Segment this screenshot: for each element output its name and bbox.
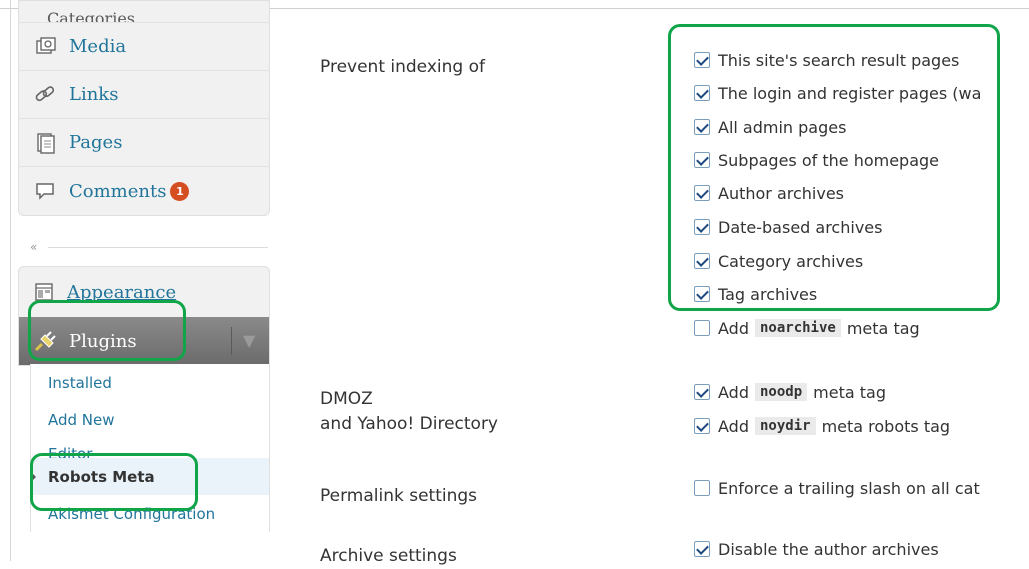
- submenu-item-add-new[interactable]: Add New: [31, 401, 269, 438]
- sidebar-item-comments[interactable]: Comments 1: [19, 167, 269, 215]
- option-prefix: Add: [718, 318, 749, 338]
- meta-tag-code: noodp: [754, 383, 808, 401]
- collapse-menu-icon[interactable]: «: [30, 240, 37, 254]
- option-label: Date-based archives: [718, 217, 883, 237]
- option-category-archives[interactable]: Category archives: [694, 251, 863, 271]
- submenu-item-akismet-configuration[interactable]: Akismet Configuration: [31, 495, 269, 532]
- chevron-down-icon[interactable]: ▼: [243, 331, 255, 350]
- sidebar-divider-line: [10, 0, 11, 561]
- menu-group-content: Categories Media Links Pages Comments 1: [18, 0, 270, 216]
- plugins-submenu: Installed Add New Editor Robots Meta Aki…: [30, 364, 270, 532]
- appearance-icon: [33, 281, 55, 303]
- sidebar-item-label: Plugins: [69, 330, 137, 352]
- comments-icon: [33, 180, 59, 202]
- checkbox[interactable]: [694, 418, 710, 434]
- option-prefix: Add: [718, 416, 749, 436]
- menu-group-appearance: Appearance Plugins ▼: [18, 266, 270, 366]
- option-label: Enforce a trailing slash on all cat: [718, 478, 980, 498]
- plugin-icon: [33, 330, 59, 352]
- option-subpages-homepage[interactable]: Subpages of the homepage: [694, 150, 939, 170]
- option-author-archives[interactable]: Author archives: [694, 183, 844, 203]
- sidebar-item-categories[interactable]: Categories: [19, 1, 269, 23]
- checkbox[interactable]: [694, 253, 710, 269]
- checkbox[interactable]: [694, 219, 710, 235]
- option-disable-author-archives[interactable]: Disable the author archives: [694, 539, 939, 559]
- option-date-based-archives[interactable]: Date-based archives: [694, 217, 882, 237]
- submenu-item-robots-meta[interactable]: Robots Meta: [30, 458, 269, 495]
- option-label: All admin pages: [718, 117, 847, 137]
- option-label: This site's search result pages: [718, 50, 960, 70]
- sidebar-item-appearance[interactable]: Appearance: [19, 267, 269, 317]
- checkbox[interactable]: [694, 119, 710, 135]
- option-admin-pages[interactable]: All admin pages: [694, 117, 846, 137]
- option-noodp[interactable]: Add noodp meta tag: [694, 382, 886, 402]
- option-tag-archives[interactable]: Tag archives: [694, 284, 817, 304]
- option-suffix: meta tag: [846, 318, 920, 338]
- option-noarchive[interactable]: Add noarchive meta tag: [694, 318, 920, 338]
- sidebar-item-label: Categories: [47, 9, 135, 23]
- admin-sidebar: Categories Media Links Pages Comments 1 …: [0, 0, 270, 561]
- sidebar-item-label: Pages: [69, 132, 123, 153]
- checkbox[interactable]: [694, 85, 710, 101]
- option-label: Disable the author archives: [718, 539, 939, 559]
- option-trailing-slash[interactable]: Enforce a trailing slash on all cat: [694, 478, 980, 498]
- option-suffix: meta robots tag: [821, 416, 951, 436]
- prevent-indexing-label: Prevent indexing of: [320, 57, 485, 77]
- checkbox[interactable]: [694, 52, 710, 68]
- option-label: Category archives: [718, 251, 864, 271]
- sidebar-item-label: Appearance: [67, 281, 177, 303]
- option-label: Tag archives: [718, 284, 818, 304]
- checkbox[interactable]: [694, 541, 710, 557]
- comments-count-badge: 1: [170, 181, 190, 201]
- option-label: Author archives: [718, 183, 845, 203]
- dmoz-label: DMOZ and Yahoo! Directory: [320, 387, 498, 437]
- checkbox[interactable]: [694, 384, 710, 400]
- submenu-item-installed[interactable]: Installed: [31, 364, 269, 401]
- option-login-register-pages[interactable]: The login and register pages (wa: [694, 83, 981, 103]
- sidebar-item-media[interactable]: Media: [19, 23, 269, 71]
- option-noydir[interactable]: Add noydir meta robots tag: [694, 416, 950, 436]
- menu-separator: [48, 247, 268, 248]
- submenu-item-label: Editor: [48, 445, 93, 458]
- sidebar-item-label: Media: [69, 36, 127, 57]
- pages-icon: [33, 132, 59, 154]
- sidebar-item-plugins[interactable]: Plugins ▼: [19, 317, 269, 365]
- dmoz-label-line1: DMOZ: [320, 389, 373, 409]
- sidebar-item-label: Comments: [69, 180, 167, 202]
- checkbox[interactable]: [694, 286, 710, 302]
- sidebar-item-links[interactable]: Links: [19, 71, 269, 119]
- sidebar-item-label: Links: [69, 84, 119, 105]
- option-search-result-pages[interactable]: This site's search result pages: [694, 50, 959, 70]
- permalink-settings-label: Permalink settings: [320, 486, 478, 506]
- option-label: The login and register pages (wa: [718, 83, 982, 103]
- meta-tag-code: noydir: [754, 417, 816, 435]
- dmoz-label-line2: and Yahoo! Directory: [320, 414, 498, 434]
- sidebar-item-pages[interactable]: Pages: [19, 119, 269, 167]
- option-label: Subpages of the homepage: [718, 150, 940, 170]
- checkbox[interactable]: [694, 480, 710, 496]
- toggle-separator: [231, 327, 232, 355]
- option-prefix: Add: [718, 382, 749, 402]
- archive-settings-label: Archive settings: [320, 546, 457, 566]
- links-icon: [33, 84, 59, 106]
- meta-tag-code: noarchive: [754, 319, 841, 337]
- media-icon: [33, 36, 59, 58]
- option-suffix: meta tag: [813, 382, 886, 402]
- checkbox[interactable]: [694, 152, 710, 168]
- checkbox[interactable]: [694, 320, 710, 336]
- submenu-item-editor[interactable]: Editor: [31, 438, 269, 458]
- checkbox[interactable]: [694, 185, 710, 201]
